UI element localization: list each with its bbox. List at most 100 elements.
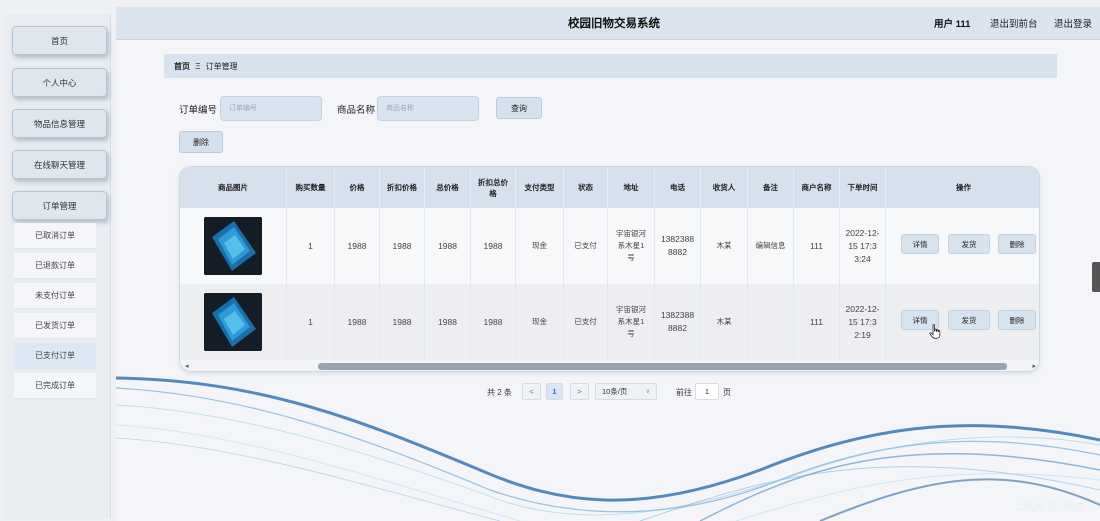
col-header: 收货人: [701, 167, 748, 208]
exit-to-frontend-link[interactable]: 退出到前台: [990, 16, 1038, 30]
submenu-completed-orders[interactable]: 已完成订单: [14, 373, 96, 399]
address-cell: 宇宙银河系木星1号: [608, 208, 655, 284]
address-cell: 宇宙银河系木星1号: [608, 284, 655, 360]
horizontal-scrollbar[interactable]: ◂ ▸: [180, 360, 1039, 371]
delete-button[interactable]: 删除: [998, 310, 1036, 330]
price-cell: 1988: [335, 284, 380, 360]
submenu-label: 已退款订单: [35, 261, 75, 270]
pay-type-cell: 现金: [516, 208, 564, 284]
submenu-unpaid-orders[interactable]: 未支付订单: [14, 283, 96, 309]
col-header: 购买数量: [287, 167, 335, 208]
sidebar-item-chat[interactable]: 在线聊天管理: [12, 150, 107, 179]
scrollbar-thumb[interactable]: [318, 363, 1007, 370]
col-header: 折扣价格: [380, 167, 425, 208]
breadcrumb-current: 订单管理: [205, 62, 238, 71]
delete-button[interactable]: 删除: [998, 234, 1036, 254]
page-unit-label: 页: [723, 388, 731, 397]
submenu-cancelled-orders[interactable]: 已取消订单: [14, 223, 96, 249]
order-no-input[interactable]: [220, 96, 322, 121]
receiver-cell: 木某: [701, 284, 748, 360]
col-header: 地址: [608, 167, 655, 208]
col-header: 状态: [564, 167, 608, 208]
remark-cell: 编辑信息: [748, 208, 794, 284]
pay-type-cell: 现金: [516, 284, 564, 360]
sidebar-item-label: 在线聊天管理: [33, 159, 85, 170]
col-header: 折扣总价格: [471, 167, 516, 208]
query-button[interactable]: 查询: [496, 97, 542, 119]
user-name: 用户 111: [934, 19, 971, 30]
page-number[interactable]: 1: [546, 383, 563, 400]
sidebar-item-label: 订单管理: [42, 200, 77, 211]
receiver-cell: 木某: [701, 208, 748, 284]
status-cell: 已支付: [564, 208, 608, 284]
scroll-right-icon[interactable]: ▸: [1032, 362, 1036, 370]
sidebar-item-orders[interactable]: 订单管理: [12, 191, 107, 220]
goto-page-input[interactable]: 1: [695, 383, 719, 400]
table-row: 1 1988 1988 1988 1988 现金 已支付 宇宙银河系木星1号 1…: [180, 208, 1039, 284]
orders-table: 商品图片 购买数量 价格 折扣价格 总价格 折扣总价格 支付类型 状态 地址 电…: [179, 166, 1040, 372]
sidebar-item-goods[interactable]: 物品信息管理: [12, 109, 107, 138]
col-header: 操作: [956, 183, 971, 192]
next-page-button[interactable]: >: [570, 383, 589, 400]
order-time-cell: 2022-12-15 17:32:19: [840, 284, 886, 360]
merchant-cell: 111: [794, 208, 840, 284]
ship-button[interactable]: 发货: [948, 310, 990, 330]
actions-cell: 详情 发货 删除: [886, 284, 1039, 360]
total-price-cell: 1988: [425, 284, 471, 360]
sidebar-item-home[interactable]: 首页: [12, 26, 107, 55]
submenu-label: 已发货订单: [35, 321, 75, 330]
system-title: 校园旧物交易系统: [568, 18, 660, 30]
product-name-label: 商品名称: [337, 105, 376, 116]
product-image: [204, 293, 262, 351]
main-content: 首页 Ξ 订单管理 订单编号 商品名称 查询 删除 商品图片 购买数量 价格 折…: [116, 40, 1100, 521]
price-cell: 1988: [335, 208, 380, 284]
sidebar-item-label: 首页: [50, 35, 68, 46]
col-header: 下单时间: [840, 167, 886, 208]
col-header: 商户名称: [794, 167, 840, 208]
submenu-label: 已取消订单: [35, 231, 75, 240]
side-collapse-handle[interactable]: [1092, 262, 1100, 292]
order-no-label: 订单编号: [179, 105, 218, 116]
remark-cell: [748, 284, 794, 360]
app-frame: 首页 个人中心 物品信息管理 在线聊天管理 订单管理 已取消订单 已退款订单 未…: [0, 0, 1100, 521]
logout-link[interactable]: 退出登录: [1054, 16, 1092, 30]
detail-button[interactable]: 详情: [901, 234, 939, 254]
merchant-cell: 111: [794, 284, 840, 360]
ship-button[interactable]: 发货: [948, 234, 990, 254]
page-size-value: 10条/页: [602, 387, 628, 396]
top-header: 校园旧物交易系统 用户 111 退出到前台 退出登录: [116, 7, 1100, 40]
prev-page-button[interactable]: <: [522, 383, 541, 400]
submenu-label: 已支付订单: [35, 351, 75, 360]
watermark: CSDN @ °迷念: [1015, 502, 1084, 513]
total-count: 共 2 条: [487, 388, 512, 397]
phone-cell: 13823888882: [655, 208, 701, 284]
breadcrumb-home[interactable]: 首页: [174, 62, 190, 71]
hand-cursor-icon: [929, 324, 941, 339]
chevron-right-icon: >: [577, 387, 582, 396]
submenu-refunded-orders[interactable]: 已退款订单: [14, 253, 96, 279]
submenu-shipped-orders[interactable]: 已发货订单: [14, 313, 96, 339]
product-image-cell: [180, 208, 287, 284]
product-name-input[interactable]: [377, 96, 479, 121]
total-price-cell: 1988: [425, 208, 471, 284]
submenu-paid-orders[interactable]: 已支付订单: [14, 343, 96, 369]
sidebar-item-label: 个人中心: [42, 77, 77, 88]
col-header: 商品图片: [180, 167, 287, 208]
chevron-left-icon: <: [529, 387, 534, 396]
page-size-select[interactable]: 10条/页 ∨: [595, 383, 657, 400]
order-time-cell: 2022-12-15 17:33:24: [840, 208, 886, 284]
col-header: 电话: [655, 167, 701, 208]
sidebar-item-profile[interactable]: 个人中心: [12, 68, 107, 97]
qty-cell: 1: [287, 208, 335, 284]
phone-cell: 13823888882: [655, 284, 701, 360]
status-cell: 已支付: [564, 284, 608, 360]
submenu-label: 已完成订单: [35, 381, 75, 390]
col-header: 总价格: [425, 167, 471, 208]
col-header: 支付类型: [516, 167, 564, 208]
scroll-left-icon[interactable]: ◂: [185, 362, 189, 370]
sidebar-item-label: 物品信息管理: [33, 118, 85, 129]
discount-total-cell: 1988: [471, 208, 516, 284]
product-image: [204, 217, 262, 275]
discount-price-cell: 1988: [380, 284, 425, 360]
batch-delete-button[interactable]: 删除: [179, 131, 223, 153]
